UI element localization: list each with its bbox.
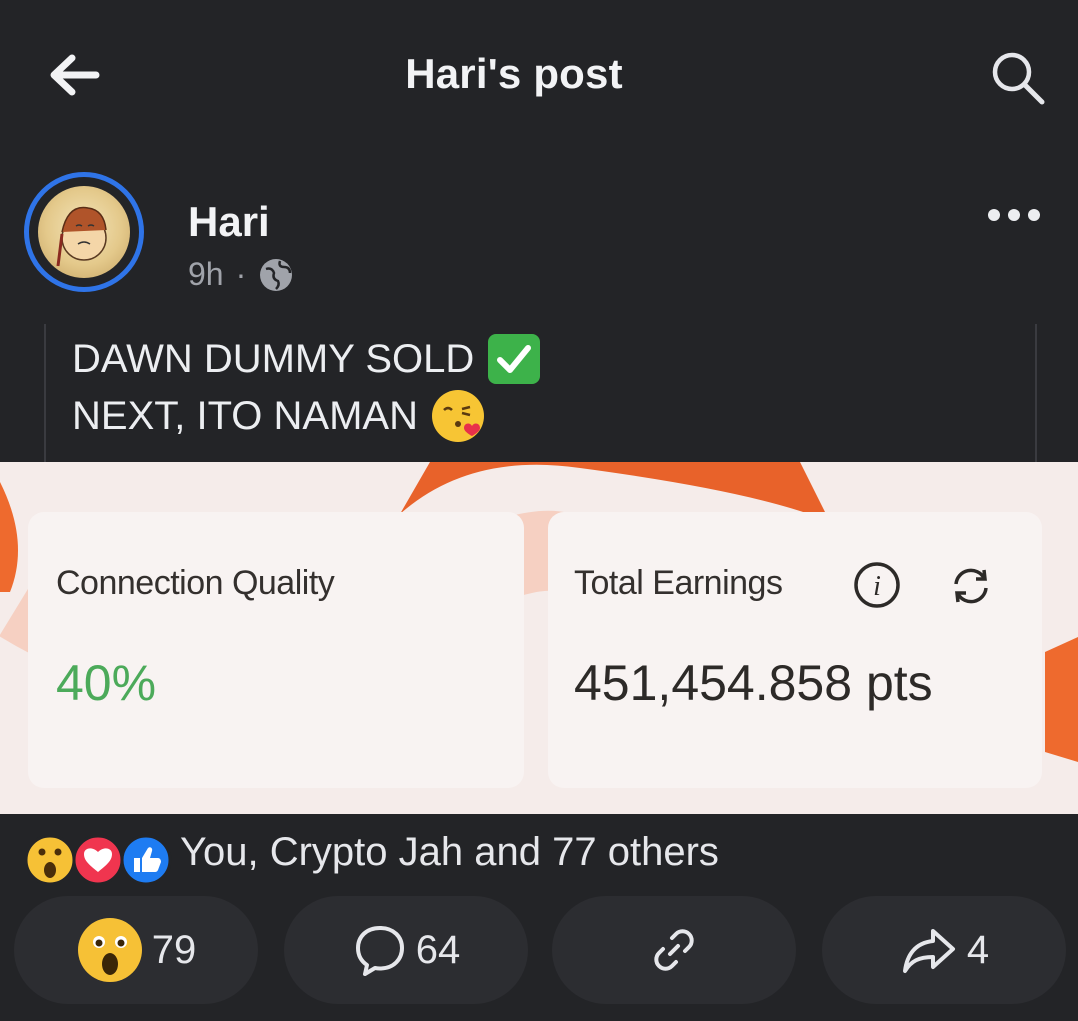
post-caption: DAWN DUMMY SOLD NEXT, ITO NAMAN	[44, 324, 1037, 462]
share-count: 4	[966, 927, 990, 972]
svg-text:i: i	[873, 571, 881, 602]
refresh-icon	[954, 568, 988, 604]
search-icon	[992, 52, 1045, 105]
comment-icon	[355, 926, 404, 976]
kiss-emoji-icon	[431, 390, 484, 442]
total-earnings-value: 451,454.858 pts	[574, 655, 933, 711]
link-icon	[654, 929, 694, 971]
info-icon: i	[854, 562, 900, 608]
globe-icon	[260, 258, 293, 291]
connection-quality-value: 40%	[56, 655, 157, 711]
action-bar: 79 64 4	[0, 894, 1078, 1010]
more-options-button[interactable]	[988, 208, 1050, 236]
post-image[interactable]: Connection Quality 40% Total Earnings i …	[0, 462, 1078, 814]
total-earnings-label: Total Earnings	[574, 564, 783, 602]
caption-line-2: NEXT, ITO NAMAN	[72, 393, 418, 438]
connection-quality-label: Connection Quality	[56, 564, 335, 602]
wow-reaction-icon	[77, 918, 142, 982]
post-meta: 9h ·	[188, 256, 294, 293]
avatar-image	[38, 186, 130, 278]
share-button[interactable]: 4	[822, 896, 1066, 1004]
check-emoji-icon	[488, 334, 541, 384]
caption-line-1: DAWN DUMMY SOLD	[72, 336, 475, 381]
meta-separator: ·	[235, 256, 247, 292]
comment-count: 64	[415, 927, 461, 972]
post-time[interactable]: 9h	[188, 256, 224, 293]
page-title: Hari's post	[405, 50, 623, 97]
comment-button[interactable]: 64	[284, 896, 528, 1004]
avatar[interactable]	[24, 172, 144, 292]
total-earnings-card: Total Earnings i 451,454.858 pts	[548, 512, 1042, 788]
like-reaction-icon	[120, 834, 172, 886]
wow-reaction-icon	[24, 834, 76, 886]
top-bar: Hari's post	[0, 0, 1078, 150]
reaction-icons	[24, 834, 172, 886]
share-icon	[902, 929, 955, 973]
author-name[interactable]: Hari	[188, 198, 270, 246]
more-icon	[988, 208, 1048, 225]
copy-link-button[interactable]	[552, 896, 796, 1004]
search-button[interactable]	[988, 50, 1048, 106]
post-header: Hari 9h ·	[0, 160, 1078, 310]
connection-quality-card: Connection Quality 40%	[28, 512, 524, 788]
reactions-summary[interactable]: You, Crypto Jah and 77 others	[0, 822, 1078, 892]
reactions-text: You, Crypto Jah and 77 others	[180, 830, 719, 874]
love-reaction-icon	[72, 834, 124, 886]
reaction-count: 79	[151, 927, 197, 972]
react-button[interactable]: 79	[14, 896, 258, 1004]
